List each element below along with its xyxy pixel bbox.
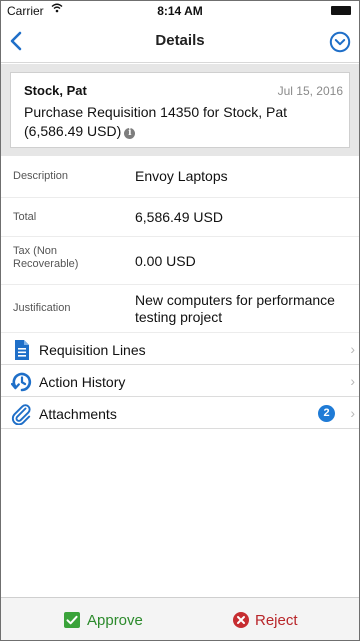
row-label: Requisition Lines [39,342,146,358]
requisition-lines-row[interactable]: Requisition Lines › [1,333,359,365]
attachments-row[interactable]: Attachments 2 › [1,397,359,429]
app-frame: Carrier 8:14 AM Details Stock, Pat Jul 1… [0,0,360,641]
battery-icon [331,6,351,15]
field-value: New computers for performance testing pr… [135,292,335,325]
field-description: Description Envoy Laptops [1,156,359,198]
field-label: Description [13,170,69,182]
chevron-down-circle-icon [329,31,351,53]
request-date: Jul 15, 2016 [277,84,343,98]
chevron-right-icon: › [350,341,355,357]
paperclip-icon [11,403,33,426]
chevron-right-icon: › [350,373,355,389]
approve-button[interactable]: Approve [1,598,180,640]
field-value: 6,586.49 USD [135,209,223,225]
action-bar: Approve Reject [1,597,359,640]
status-bar: Carrier 8:14 AM [1,1,359,21]
field-tax: Tax (Non Recoverable) 0.00 USD [1,237,359,285]
field-label: Justification [13,302,71,314]
header-card-area: Stock, Pat Jul 15, 2016 Purchase Requisi… [1,64,359,156]
info-icon[interactable]: i [124,128,136,139]
navigation-bar: Details [1,21,359,63]
detail-fields: Description Envoy Laptops Total 6,586.49… [1,156,359,333]
chevron-right-icon: › [350,405,355,421]
reject-label: Reject [255,612,298,629]
checkmark-icon [64,612,80,628]
field-value: 0.00 USD [135,253,196,269]
field-value: Envoy Laptops [135,168,228,184]
field-justification: Justification New computers for performa… [1,285,359,333]
row-label: Action History [39,374,126,390]
actions-menu-button[interactable] [329,31,351,53]
request-subject: Purchase Requisition 14350 for Stock, Pa… [24,103,341,141]
reject-button[interactable]: Reject [180,598,359,640]
attachment-count-badge: 2 [318,405,335,422]
subject-text: Purchase Requisition 14350 for Stock, Pa… [24,104,288,139]
row-label: Attachments [39,406,117,422]
clock: 8:14 AM [157,4,203,18]
field-label: Total [13,211,37,223]
field-total: Total 6,586.49 USD [1,198,359,237]
close-circle-icon [233,612,249,628]
history-icon [10,371,33,393]
header-card: Stock, Pat Jul 15, 2016 Purchase Requisi… [10,72,350,148]
related-links: Requisition Lines › Action History › Att… [1,333,359,429]
approve-label: Approve [87,612,143,629]
action-history-row[interactable]: Action History › [1,365,359,397]
page-title: Details [155,32,205,49]
field-label: Tax (Non Recoverable) [13,245,79,270]
document-icon [11,339,33,361]
